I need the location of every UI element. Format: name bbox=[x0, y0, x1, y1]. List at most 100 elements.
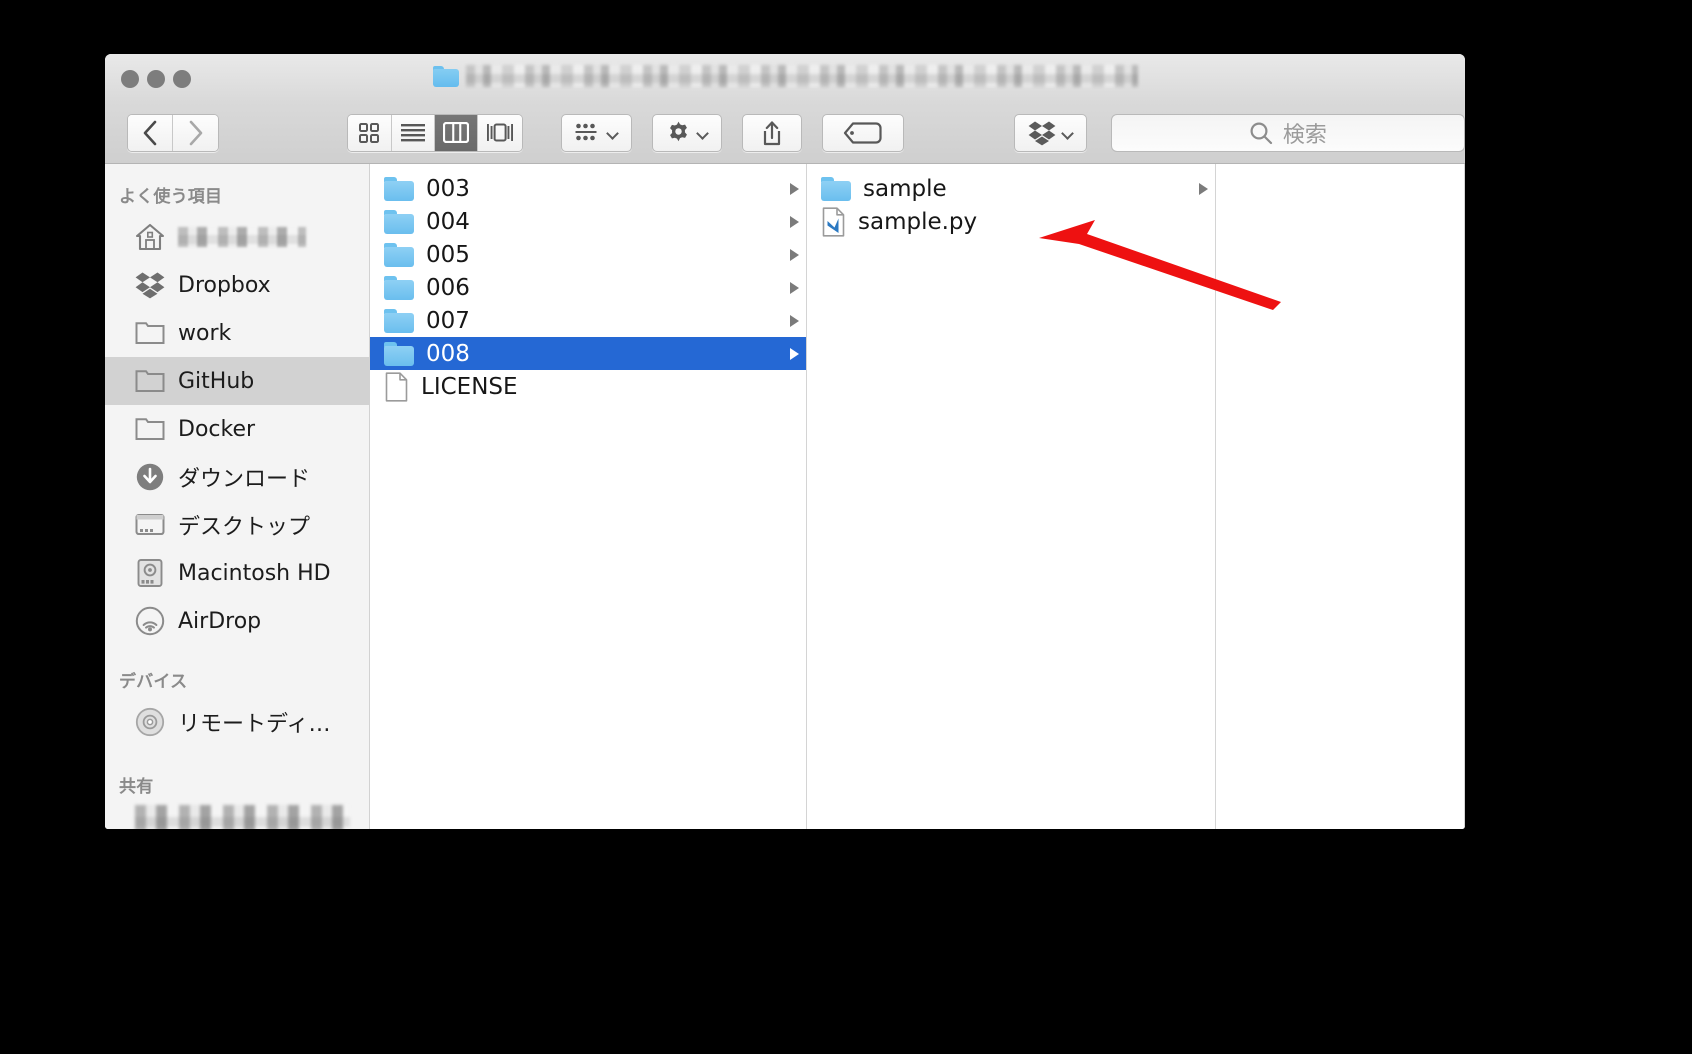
tags-button[interactable] bbox=[821, 113, 904, 152]
grid-icon bbox=[359, 122, 380, 143]
sidebar-item-label: Docker bbox=[178, 416, 256, 442]
list-item-label: 007 bbox=[426, 307, 470, 334]
folder-icon bbox=[135, 370, 165, 392]
home-icon bbox=[135, 223, 165, 251]
sidebar-item-label: AirDrop bbox=[178, 608, 262, 634]
folder-icon bbox=[384, 341, 414, 366]
airdrop-icon bbox=[135, 606, 165, 636]
columns-icon bbox=[443, 122, 470, 143]
list-item[interactable]: 006 bbox=[370, 271, 806, 304]
sidebar-item-label: Macintosh HD bbox=[178, 560, 331, 586]
window-body: よく使う項目 Dropbox work GitHub Docker ダウンロード… bbox=[105, 164, 1465, 829]
document-icon bbox=[385, 371, 408, 402]
column-1: 003 004 005 006 007 008 LICENSE bbox=[370, 164, 807, 829]
disclosure-triangle-icon[interactable] bbox=[790, 215, 799, 228]
sidebar-item-remote-disc[interactable]: リモートディ… bbox=[105, 698, 369, 746]
sidebar-item-downloads[interactable]: ダウンロード bbox=[105, 453, 369, 501]
gear-icon bbox=[669, 121, 687, 142]
folder-icon bbox=[384, 176, 414, 201]
redacted-shared-name bbox=[135, 805, 350, 829]
folder-icon bbox=[135, 418, 165, 440]
sidebar-item-label: デスクトップ bbox=[178, 515, 311, 540]
window-title bbox=[105, 65, 1465, 87]
chevron-down-icon bbox=[607, 129, 618, 136]
search-icon bbox=[1250, 121, 1272, 144]
list-item[interactable]: LICENSE bbox=[370, 370, 806, 403]
folder-icon bbox=[384, 275, 414, 300]
list-item-label: 006 bbox=[426, 274, 470, 301]
share-icon bbox=[763, 120, 780, 145]
sidebar-item-shared-server[interactable] bbox=[105, 803, 369, 829]
sidebar-item-docker[interactable]: Docker bbox=[105, 405, 369, 453]
minimize-button[interactable] bbox=[147, 70, 165, 88]
folder-icon bbox=[135, 322, 165, 344]
list-item-label: sample bbox=[863, 175, 947, 202]
disclosure-triangle-icon[interactable] bbox=[790, 314, 799, 327]
folder-icon bbox=[821, 176, 851, 201]
close-button[interactable] bbox=[121, 70, 139, 88]
sidebar-item-macintosh-hd[interactable]: Macintosh HD bbox=[105, 549, 369, 597]
list-item-label: LICENSE bbox=[421, 373, 518, 400]
list-item-label: sample.py bbox=[858, 208, 978, 235]
disclosure-triangle-icon[interactable] bbox=[1199, 182, 1208, 195]
list-item[interactable]: 007 bbox=[370, 304, 806, 337]
search-placeholder: 検索 bbox=[1282, 122, 1327, 148]
chevron-down-icon bbox=[1062, 129, 1073, 136]
list-item[interactable]: 005 bbox=[370, 238, 806, 271]
dropbox-icon bbox=[1028, 121, 1056, 145]
share-button[interactable] bbox=[741, 113, 802, 152]
sidebar-item-label: ダウンロード bbox=[178, 467, 311, 492]
column-3 bbox=[1216, 164, 1465, 829]
desktop-icon bbox=[135, 514, 165, 535]
sidebar-item-label: リモートディ… bbox=[178, 712, 331, 737]
list-icon bbox=[400, 123, 425, 141]
folder-icon bbox=[384, 242, 414, 267]
list-item-label: 003 bbox=[426, 175, 470, 202]
sidebar-item-work[interactable]: work bbox=[105, 309, 369, 357]
titlebar[interactable] bbox=[105, 54, 1465, 102]
list-item[interactable]: 003 bbox=[370, 172, 806, 205]
tag-icon bbox=[843, 121, 882, 144]
sidebar-item-dropbox[interactable]: Dropbox bbox=[105, 261, 369, 309]
column-browser: 003 004 005 006 007 008 LICENSE sample s… bbox=[370, 164, 1465, 829]
dropbox-icon bbox=[135, 272, 165, 299]
sidebar-item-airdrop[interactable]: AirDrop bbox=[105, 597, 369, 645]
list-item[interactable]: 004 bbox=[370, 205, 806, 238]
list-item-selected[interactable]: 008 bbox=[370, 337, 806, 370]
arrange-button[interactable] bbox=[560, 113, 632, 152]
sidebar-item-github[interactable]: GitHub bbox=[105, 357, 369, 405]
sidebar-section-devices-header: デバイス bbox=[119, 672, 188, 692]
folder-icon bbox=[384, 308, 414, 333]
chevron-down-icon bbox=[697, 129, 708, 136]
download-icon bbox=[136, 463, 164, 491]
zoom-button[interactable] bbox=[173, 70, 191, 88]
sidebar-section-favorites-header: よく使う項目 bbox=[119, 187, 223, 207]
list-item-label: 005 bbox=[426, 241, 470, 268]
sidebar-item-desktop[interactable]: デスクトップ bbox=[105, 501, 369, 549]
list-item[interactable]: sample bbox=[807, 172, 1215, 205]
folder-icon bbox=[432, 65, 459, 87]
disclosure-triangle-icon[interactable] bbox=[790, 248, 799, 261]
list-view-button[interactable] bbox=[391, 114, 436, 151]
icon-view-button[interactable] bbox=[348, 114, 392, 151]
sidebar-section-shared-header: 共有 bbox=[119, 777, 154, 797]
harddisk-icon bbox=[137, 559, 163, 587]
disclosure-triangle-icon[interactable] bbox=[790, 281, 799, 294]
back-button[interactable] bbox=[128, 114, 174, 151]
disc-icon bbox=[135, 707, 165, 737]
python-file-icon bbox=[822, 206, 845, 237]
navigation-buttons bbox=[127, 113, 220, 152]
action-menu-button[interactable] bbox=[651, 113, 722, 152]
list-item[interactable]: sample.py bbox=[807, 205, 1215, 238]
disclosure-triangle-icon[interactable] bbox=[790, 347, 799, 360]
column-2: sample sample.py bbox=[807, 164, 1216, 829]
search-field[interactable]: 検索 bbox=[1110, 113, 1465, 152]
column-view-button[interactable] bbox=[435, 114, 479, 151]
disclosure-triangle-icon[interactable] bbox=[790, 182, 799, 195]
forward-button[interactable] bbox=[173, 114, 219, 151]
dropbox-button[interactable] bbox=[1013, 113, 1087, 152]
view-mode-group bbox=[347, 113, 523, 152]
gallery-view-button[interactable] bbox=[478, 114, 522, 151]
sidebar-item-home[interactable] bbox=[105, 213, 369, 261]
redacted-path-text bbox=[465, 65, 1138, 87]
